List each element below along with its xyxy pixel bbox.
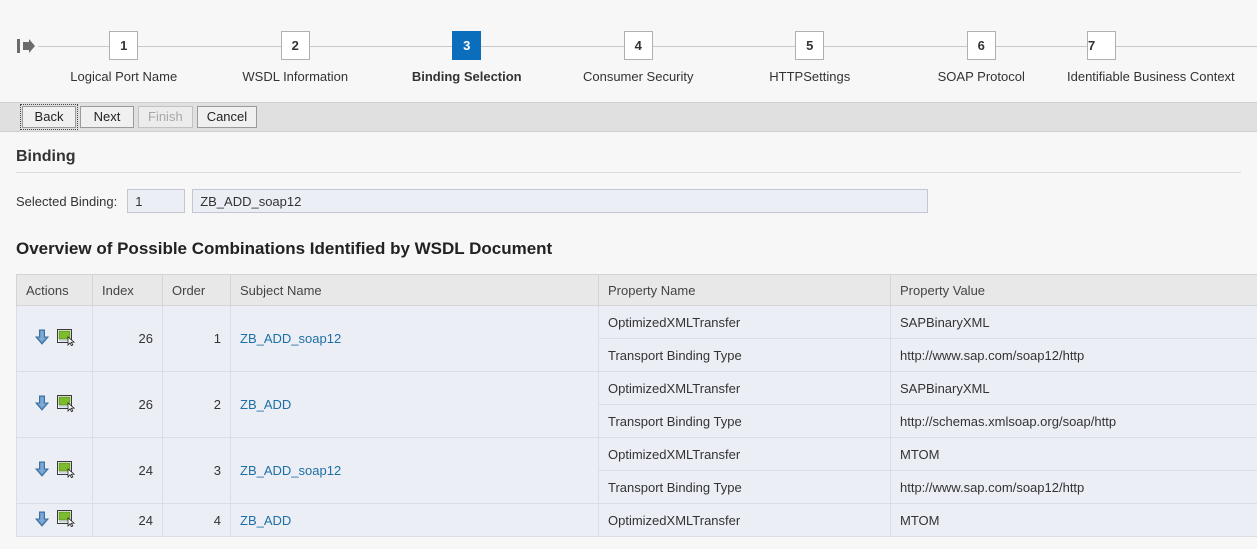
roadmap-step-2-label: WSDL Information (242, 69, 349, 84)
table-row[interactable]: 24 4 ZB_ADD OptimizedXMLTransfer MTOM (16, 503, 1257, 537)
start-arrow-icon (16, 37, 36, 55)
row-order-cell: 2 (162, 371, 231, 438)
subject-name-link[interactable]: ZB_ADD_soap12 (240, 331, 341, 346)
row-subject-name-cell[interactable]: ZB_ADD (230, 503, 599, 537)
roadmap-step-5-number: 5 (795, 31, 825, 60)
main-content: Binding Selected Binding: Overview of Po… (0, 132, 1257, 537)
property-name-cell: OptimizedXMLTransfer (598, 371, 891, 405)
roadmap-step-4[interactable]: 4 Consumer Security (553, 0, 725, 84)
table-row[interactable]: 24 3 ZB_ADD_soap12 OptimizedXMLTransfer MTOM (16, 437, 1257, 504)
column-header-property-name[interactable]: Property Name (598, 274, 891, 306)
roadmap-steps: 1 Logical Port Name 2 WSDL Information 3… (38, 0, 1257, 84)
row-subject-name-cell[interactable]: ZB_ADD_soap12 (230, 437, 599, 504)
row-order-cell: 1 (162, 305, 231, 372)
roadmap-step-2-number: 2 (280, 31, 310, 60)
roadmap-step-1-number: 1 (109, 31, 139, 60)
property-value-cell: http://www.sap.com/soap12/http (890, 470, 1257, 504)
display-screen-icon[interactable] (56, 460, 75, 481)
roadmap-step-1[interactable]: 1 Logical Port Name (38, 0, 210, 84)
row-actions-cell[interactable] (16, 437, 93, 504)
selected-binding-index-field[interactable] (127, 189, 186, 213)
overview-title: Overview of Possible Combinations Identi… (16, 239, 553, 258)
column-header-order[interactable]: Order (162, 274, 231, 306)
roadmap-step-3-label: Binding Selection (411, 69, 522, 84)
download-arrow-icon[interactable] (34, 395, 49, 414)
row-index-cell: 24 (92, 503, 163, 537)
column-header-property-value[interactable]: Property Value (890, 274, 1257, 306)
table-body: 26 1 ZB_ADD_soap12 OptimizedXMLTransfer SAPB… (16, 305, 1257, 537)
table-row[interactable]: 26 1 ZB_ADD_soap12 OptimizedXMLTransfer SAPB… (16, 305, 1257, 372)
roadmap-step-1-label: Logical Port Name (70, 69, 178, 84)
download-arrow-icon[interactable] (34, 461, 49, 480)
selected-binding-row: Selected Binding: (16, 173, 1241, 213)
selected-binding-name-field[interactable] (192, 189, 929, 213)
display-screen-icon[interactable] (56, 328, 75, 349)
roadmap-step-6[interactable]: 6 SOAP Protocol (896, 0, 1068, 84)
roadmap-navigation: 1 Logical Port Name 2 WSDL Information 3… (0, 0, 1257, 102)
cancel-button[interactable]: Cancel (196, 106, 258, 128)
wizard-toolbar: Back Next Finish Cancel (0, 102, 1257, 132)
row-actions-cell[interactable] (16, 305, 93, 372)
row-index-cell: 26 (92, 371, 163, 438)
column-header-index[interactable]: Index (92, 274, 163, 306)
back-button[interactable]: Back (20, 104, 78, 130)
column-header-subject-name[interactable]: Subject Name (230, 274, 599, 306)
subject-name-link[interactable]: ZB_ADD (240, 513, 291, 528)
column-header-actions[interactable]: Actions (16, 274, 93, 306)
property-value-cell: MTOM (890, 437, 1257, 471)
property-name-cell: Transport Binding Type (598, 338, 891, 372)
property-value-cell: http://www.sap.com/soap12/http (890, 338, 1257, 372)
combinations-table: Actions Index Order Subject Name Propert… (16, 274, 1257, 537)
property-name-cell: OptimizedXMLTransfer (598, 503, 891, 537)
roadmap-step-3[interactable]: 3 Binding Selection (381, 0, 553, 84)
property-value-cell: SAPBinaryXML (890, 371, 1257, 405)
roadmap-step-5-label: HTTPSettings (769, 69, 851, 84)
row-order-cell: 3 (162, 437, 231, 504)
table-header-row: Actions Index Order Subject Name Propert… (16, 274, 1257, 306)
property-name-cell: Transport Binding Type (598, 404, 891, 438)
roadmap-step-2[interactable]: 2 WSDL Information (210, 0, 382, 84)
display-screen-icon[interactable] (56, 394, 75, 415)
download-arrow-icon[interactable] (34, 329, 49, 348)
row-subject-name-cell[interactable]: ZB_ADD_soap12 (230, 305, 599, 372)
row-index-cell: 26 (92, 305, 163, 372)
row-actions-cell[interactable] (16, 371, 93, 438)
roadmap-step-4-label: Consumer Security (582, 69, 694, 84)
property-name-cell: OptimizedXMLTransfer (598, 305, 891, 339)
property-name-cell: Transport Binding Type (598, 470, 891, 504)
subject-name-link[interactable]: ZB_ADD (240, 397, 291, 412)
table-row[interactable]: 26 2 ZB_ADD OptimizedXMLTransfer SAPBinaryXM… (16, 371, 1257, 438)
display-screen-icon[interactable] (56, 510, 75, 530)
roadmap-step-5[interactable]: 5 HTTPSettings (724, 0, 896, 84)
finish-button: Finish (138, 106, 193, 128)
property-value-cell: http://schemas.xmlsoap.org/soap/http (890, 404, 1257, 438)
roadmap-step-4-number: 4 (623, 31, 653, 60)
row-index-cell: 24 (92, 437, 163, 504)
roadmap-step-7-label: Identifiable Business Context (1067, 69, 1235, 84)
binding-section-title: Binding (16, 148, 76, 165)
roadmap-step-3-number: 3 (452, 31, 482, 60)
row-order-cell: 4 (162, 503, 231, 537)
subject-name-link[interactable]: ZB_ADD_soap12 (240, 463, 341, 478)
property-value-cell: SAPBinaryXML (890, 305, 1257, 339)
next-button[interactable]: Next (80, 106, 134, 128)
download-arrow-icon[interactable] (34, 511, 49, 530)
property-value-cell: MTOM (890, 503, 1257, 537)
roadmap-step-6-number: 6 (966, 31, 996, 60)
row-subject-name-cell[interactable]: ZB_ADD (230, 371, 599, 438)
row-actions-cell[interactable] (16, 503, 93, 537)
roadmap-step-7[interactable]: 7 Identifiable Business Context (1067, 0, 1257, 84)
property-name-cell: OptimizedXMLTransfer (598, 437, 891, 471)
roadmap-step-7-number: 7 (1087, 31, 1116, 60)
roadmap-step-6-label: SOAP Protocol (937, 69, 1025, 84)
selected-binding-label: Selected Binding: (16, 193, 118, 209)
